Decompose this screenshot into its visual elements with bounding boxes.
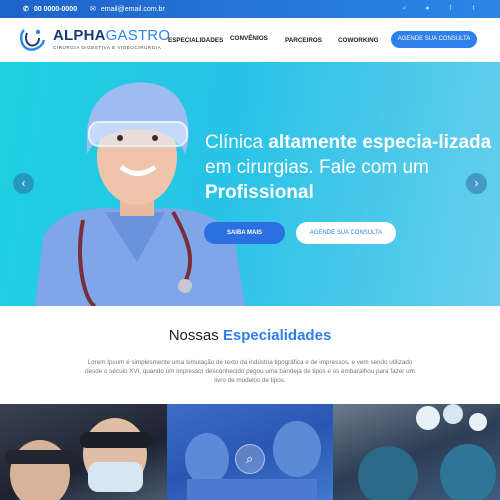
logo-brand: ALPHAGASTRO (53, 27, 171, 44)
surgeons-image (5, 418, 152, 500)
search-icon[interactable]: ⌕ (400, 4, 409, 13)
operating-room-image (358, 404, 497, 500)
specialties-gallery: ⌕ (0, 404, 500, 500)
gallery-photo-operation[interactable]: ⌕ (166, 404, 334, 500)
zoom-search-icon[interactable]: ⌕ (234, 444, 265, 474)
learn-more-button[interactable]: SAIBA MAIS (204, 222, 285, 244)
hero-headline: Clínica altamente especia-lizada em ciru… (205, 132, 492, 203)
logo-subtitle: CIRURGIA DIGESTIVA E VIDEOCIRURGIA (53, 45, 162, 50)
logo[interactable]: ALPHAGASTRO CIRURGIA DIGESTIVA E VIDEOCI… (18, 26, 170, 52)
gallery-photo-surgeons[interactable] (0, 404, 167, 500)
site-header: ALPHAGASTRO CIRURGIA DIGESTIVA E VIDEOCI… (0, 18, 500, 62)
slider-prev-icon[interactable]: ‹ (13, 173, 34, 194)
gallery-photo-operating-room[interactable] (333, 404, 500, 500)
phone-icon: ✆ (23, 6, 29, 13)
email-address: email@email.com.br (100, 5, 165, 13)
specialties-title: Nossas Especialidades (168, 327, 332, 344)
top-contact-bar: ✆ 00 0000-0000 ✉ email@email.com.br ⌕ ● … (0, 0, 500, 18)
nav-convenios[interactable]: CONVÊNIOS (230, 35, 268, 42)
specialties-description: Lorem Ipsum é simplesmente uma simulação… (85, 359, 415, 384)
email-contact[interactable]: ✉ email@email.com.br (90, 5, 165, 14)
slider-next-icon[interactable]: › (466, 173, 487, 194)
nav-especialidades[interactable]: ESPECIALIDADES (168, 37, 223, 44)
mail-icon: ✉ (90, 6, 96, 13)
header-schedule-button[interactable]: AGENDE SUA CONSULTA (391, 31, 477, 48)
nav-coworking[interactable]: COWORKING (338, 37, 379, 44)
phone-contact[interactable]: ✆ 00 0000-0000 (23, 5, 78, 14)
hero-schedule-button[interactable]: AGENDE SUA CONSULTA (296, 222, 396, 244)
topbar-icons: ⌕ ● f t (400, 4, 478, 13)
twitter-icon[interactable]: t (469, 4, 478, 13)
stomach-logo-icon (20, 29, 46, 51)
hero-slider: Clínica altamente especia-lizada em ciru… (0, 62, 500, 306)
user-icon[interactable]: ● (423, 4, 432, 13)
facebook-icon[interactable]: f (446, 4, 455, 13)
nav-parceiros[interactable]: PARCEIROS (285, 37, 322, 44)
phone-number: 00 0000-0000 (33, 5, 78, 13)
